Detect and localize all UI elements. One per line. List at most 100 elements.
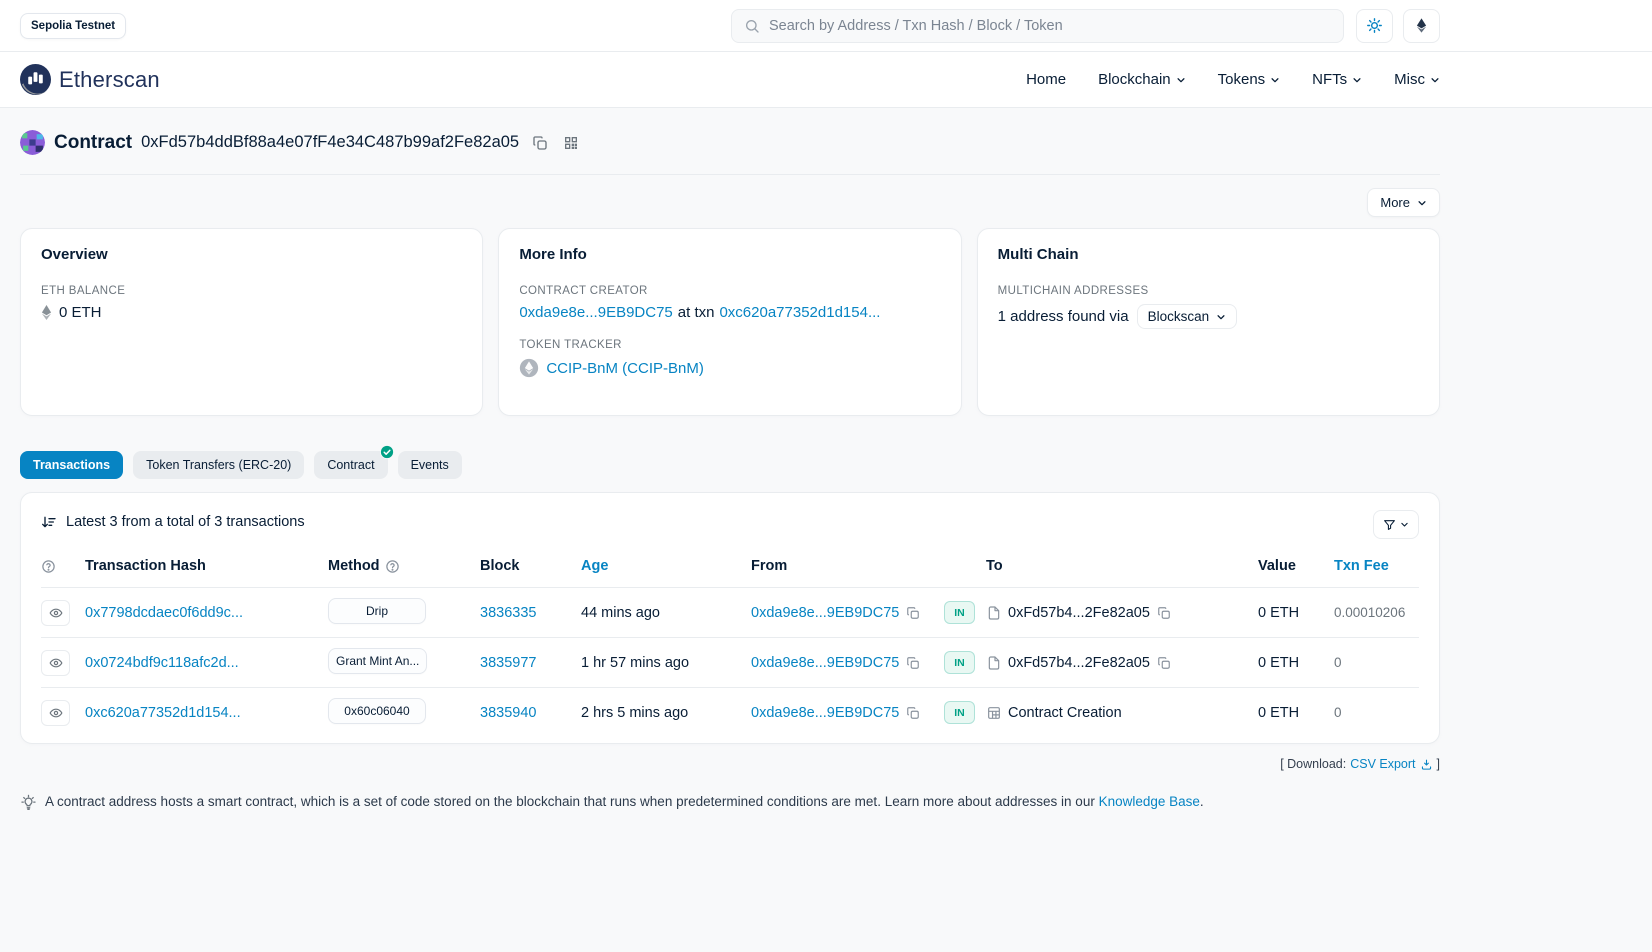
col-age-toggle[interactable]: Age: [581, 558, 608, 574]
preview-eye-button[interactable]: [41, 600, 70, 626]
creation-txn-link[interactable]: 0xc620a77352d1d154...: [719, 304, 880, 321]
block-link[interactable]: 3835940: [480, 705, 536, 721]
theme-toggle-button[interactable]: [1356, 9, 1393, 43]
footer-note-text: A contract address hosts a smart contrac…: [45, 794, 1095, 809]
col-txn-fee-toggle[interactable]: Txn Fee: [1334, 558, 1389, 574]
block-link[interactable]: 3836335: [480, 605, 536, 621]
from-address-link[interactable]: 0xda9e8e...9EB9DC75: [751, 655, 899, 671]
document-icon: [986, 605, 1002, 621]
funnel-icon: [1383, 518, 1396, 531]
more-button[interactable]: More: [1367, 188, 1440, 217]
tab-label: Token Transfers (ERC-20): [146, 458, 291, 472]
tab-events[interactable]: Events: [398, 451, 462, 479]
provider-label: Blockscan: [1148, 309, 1210, 324]
chevron-down-icon: [1352, 75, 1362, 85]
table-row: 0x7798dcdaec0f6dd9c... Drip 3836335 44 m…: [41, 587, 1419, 637]
network-switcher-button[interactable]: [1403, 9, 1440, 43]
tab-contract[interactable]: Contract: [314, 451, 387, 479]
csv-export-link[interactable]: CSV Export: [1350, 757, 1432, 771]
transactions-panel: Latest 3 from a total of 3 transactions …: [20, 492, 1440, 744]
from-address-link[interactable]: 0xda9e8e...9EB9DC75: [751, 605, 899, 621]
sort-icon: [41, 514, 57, 530]
verified-check-icon: [380, 445, 394, 459]
method-help-icon[interactable]: [385, 559, 400, 574]
tab-label: Events: [411, 458, 449, 472]
search-icon: [744, 18, 760, 34]
help-icon[interactable]: [41, 559, 56, 574]
copy-from-address-button[interactable]: [905, 655, 921, 671]
copy-icon: [1157, 606, 1171, 620]
txn-hash-link[interactable]: 0x7798dcdaec0f6dd9c...: [85, 605, 243, 621]
creator-address-link[interactable]: 0xda9e8e...9EB9DC75: [519, 304, 672, 321]
nav-item-tokens[interactable]: Tokens: [1218, 71, 1281, 88]
chevron-down-icon: [1417, 198, 1427, 208]
preview-eye-button[interactable]: [41, 650, 70, 676]
txn-hash-link[interactable]: 0xc620a77352d1d154...: [85, 705, 241, 721]
download-prefix: [ Download:: [1280, 757, 1346, 771]
to-address-text: 0xFd57b4...2Fe82a05: [1008, 655, 1150, 671]
tab-token-transfers-erc-20[interactable]: Token Transfers (ERC-20): [133, 451, 304, 479]
to-address-text: 0xFd57b4...2Fe82a05: [1008, 605, 1150, 621]
txn-hash-link[interactable]: 0x0724bdf9c118afc2d...: [85, 655, 239, 671]
age-text: 2 hrs 5 mins ago: [581, 705, 751, 721]
network-badge[interactable]: Sepolia Testnet: [20, 13, 126, 39]
nav-item-blockchain[interactable]: Blockchain: [1098, 71, 1186, 88]
nav-item-misc[interactable]: Misc: [1394, 71, 1440, 88]
method-badge[interactable]: Grant Mint An...: [328, 648, 427, 674]
filter-button[interactable]: [1373, 510, 1419, 539]
eye-icon: [49, 606, 63, 620]
qr-code-button[interactable]: [561, 133, 581, 153]
col-block: Block: [480, 558, 581, 574]
main-nav: Home Blockchain Tokens NFTs Misc: [1026, 71, 1440, 88]
download-suffix: ]: [1437, 757, 1440, 771]
eth-balance-value: 0 ETH: [59, 304, 102, 321]
copy-icon: [906, 606, 920, 620]
etherscan-logo[interactable]: Etherscan: [20, 64, 160, 95]
age-text: 1 hr 57 mins ago: [581, 655, 751, 671]
copy-to-address-button[interactable]: [1156, 605, 1172, 621]
eth-glyph-icon: [41, 305, 52, 320]
address-avatar: [20, 130, 45, 155]
preview-eye-button[interactable]: [41, 700, 70, 726]
more-info-title: More Info: [519, 246, 940, 263]
txn-fee-text: 0.00010206: [1334, 605, 1419, 620]
block-link[interactable]: 3835977: [480, 655, 536, 671]
main-header: Etherscan Home Blockchain Tokens NFTs Mi…: [0, 52, 1652, 108]
search-box[interactable]: [731, 9, 1344, 43]
ethereum-icon: [1413, 17, 1430, 34]
multichain-addresses-label: MULTICHAIN ADDRESSES: [998, 285, 1419, 297]
from-address-link[interactable]: 0xda9e8e...9EB9DC75: [751, 705, 899, 721]
token-tracker-link[interactable]: CCIP-BnM (CCIP-BnM): [546, 360, 704, 377]
to-address-text: Contract Creation: [1008, 705, 1122, 721]
copy-from-address-button[interactable]: [905, 605, 921, 621]
brand-name: Etherscan: [59, 67, 160, 93]
table-header-row: Transaction Hash Method Block Age From T…: [41, 545, 1419, 587]
table-row: 0xc620a77352d1d154... 0x60c06040 3835940…: [41, 687, 1419, 737]
nav-item-label: Misc: [1394, 71, 1425, 88]
tab-bar: Transactions Token Transfers (ERC-20) Co…: [20, 451, 1440, 479]
col-from: From: [751, 558, 944, 574]
copy-address-button[interactable]: [530, 133, 550, 153]
sun-icon: [1366, 17, 1383, 34]
nav-item-label: Blockchain: [1098, 71, 1171, 88]
tab-transactions[interactable]: Transactions: [20, 451, 123, 479]
copy-to-address-button[interactable]: [1156, 655, 1172, 671]
nav-item-nfts[interactable]: NFTs: [1312, 71, 1362, 88]
contract-creator-label: CONTRACT CREATOR: [519, 285, 940, 297]
contract-header: Contract 0xFd57b4ddBf88a4e07fF4e34C487b9…: [20, 108, 1440, 155]
method-badge[interactable]: 0x60c06040: [328, 698, 426, 724]
copy-from-address-button[interactable]: [905, 705, 921, 721]
nav-item-home[interactable]: Home: [1026, 71, 1066, 88]
method-badge[interactable]: Drip: [328, 598, 426, 624]
search-input[interactable]: [769, 18, 1331, 34]
document-icon: [986, 655, 1002, 671]
top-bar: Sepolia Testnet: [0, 0, 1652, 52]
eth-balance-label: ETH BALANCE: [41, 285, 462, 297]
value-text: 0 ETH: [1258, 605, 1334, 621]
knowledge-base-link[interactable]: Knowledge Base: [1099, 794, 1200, 809]
age-text: 44 mins ago: [581, 605, 751, 621]
contract-creation-icon: [986, 705, 1002, 721]
copy-icon: [532, 135, 548, 151]
blockscan-dropdown-button[interactable]: Blockscan: [1137, 304, 1238, 329]
direction-badge: IN: [944, 651, 975, 674]
